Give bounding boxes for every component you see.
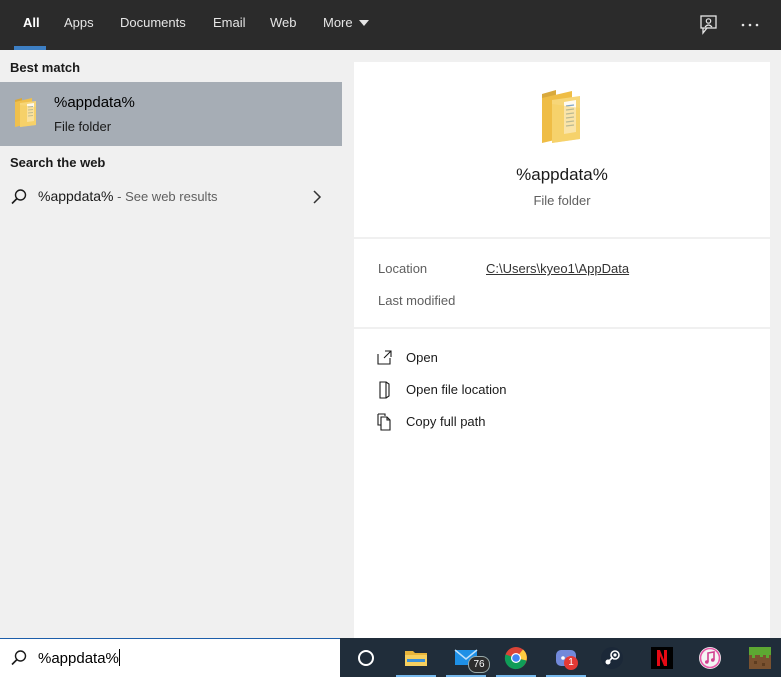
chevron-down-icon bbox=[358, 20, 369, 26]
open-action-label: Open bbox=[406, 350, 438, 365]
web-result-text: %appdata% - See web results bbox=[38, 188, 218, 204]
search-web-header: Search the web bbox=[10, 155, 106, 170]
taskbar-minecraft[interactable] bbox=[736, 638, 781, 677]
more-options-icon[interactable] bbox=[737, 12, 763, 38]
taskbar-mail[interactable]: 76 bbox=[442, 638, 490, 677]
taskbar-file-explorer[interactable] bbox=[392, 638, 440, 677]
tab-apps[interactable]: Apps bbox=[64, 0, 94, 46]
search-icon bbox=[10, 649, 28, 672]
last-modified-label: Last modified bbox=[378, 293, 456, 308]
open-file-location-action[interactable]: Open file location bbox=[376, 379, 756, 403]
copy-icon bbox=[376, 413, 394, 431]
results-pane: Best match %appdata% File folder Search … bbox=[0, 50, 342, 638]
copy-full-path-action[interactable]: Copy full path bbox=[376, 411, 756, 435]
windows-search-panel: All Apps Documents Email Web More Best m… bbox=[0, 0, 781, 677]
tab-web[interactable]: Web bbox=[270, 0, 297, 46]
web-result-query: %appdata% bbox=[38, 188, 114, 204]
open-file-location-label: Open file location bbox=[406, 382, 507, 397]
folder-icon bbox=[538, 86, 586, 151]
web-result-suffix: - See web results bbox=[113, 189, 218, 204]
taskbar-steam[interactable] bbox=[588, 638, 636, 677]
best-match-result[interactable]: %appdata% File folder bbox=[0, 82, 342, 146]
taskbar-discord[interactable]: 1 bbox=[542, 638, 590, 677]
search-icon bbox=[10, 188, 28, 211]
mail-badge-count: 76 bbox=[473, 659, 485, 670]
preview-pane: %appdata% File folder Location C:\Users\… bbox=[354, 62, 770, 638]
tab-more[interactable]: More bbox=[323, 0, 369, 46]
best-match-header: Best match bbox=[10, 60, 81, 75]
search-input[interactable]: %appdata% bbox=[38, 649, 120, 667]
location-link[interactable]: C:\Users\kyeo1\AppData bbox=[486, 261, 629, 276]
preview-subtitle: File folder bbox=[533, 193, 591, 208]
divider bbox=[354, 237, 770, 239]
taskbar-itunes[interactable] bbox=[686, 638, 734, 677]
taskbar-chrome[interactable] bbox=[492, 638, 540, 677]
best-match-title: %appdata% bbox=[54, 94, 135, 111]
discord-badge-count: 1 bbox=[568, 657, 574, 668]
discord-badge: 1 bbox=[564, 656, 578, 670]
mail-badge: 76 bbox=[468, 656, 490, 673]
tab-documents[interactable]: Documents bbox=[120, 0, 186, 46]
web-search-result[interactable]: %appdata% - See web results bbox=[0, 180, 342, 214]
tab-more-label: More bbox=[323, 15, 353, 30]
preview-title: %appdata% bbox=[516, 165, 608, 184]
open-icon bbox=[376, 349, 394, 367]
search-box[interactable]: %appdata% bbox=[0, 638, 340, 677]
feedback-icon[interactable] bbox=[696, 12, 722, 38]
taskbar-netflix[interactable] bbox=[638, 638, 686, 677]
text-cursor bbox=[118, 649, 120, 666]
taskbar-cortana[interactable] bbox=[342, 638, 390, 677]
search-filter-bar: All Apps Documents Email Web More bbox=[0, 0, 781, 50]
search-input-value: %appdata% bbox=[38, 650, 119, 667]
open-action[interactable]: Open bbox=[376, 347, 756, 371]
tab-email[interactable]: Email bbox=[213, 0, 246, 46]
tab-all[interactable]: All bbox=[23, 0, 40, 46]
divider bbox=[354, 327, 770, 329]
chevron-right-icon[interactable] bbox=[312, 189, 322, 210]
taskbar: 76 1 bbox=[340, 638, 781, 677]
folder-icon bbox=[12, 95, 40, 134]
location-label: Location bbox=[378, 261, 428, 276]
copy-full-path-label: Copy full path bbox=[406, 414, 486, 429]
file-location-icon bbox=[376, 381, 394, 399]
best-match-subtitle: File folder bbox=[54, 119, 112, 134]
